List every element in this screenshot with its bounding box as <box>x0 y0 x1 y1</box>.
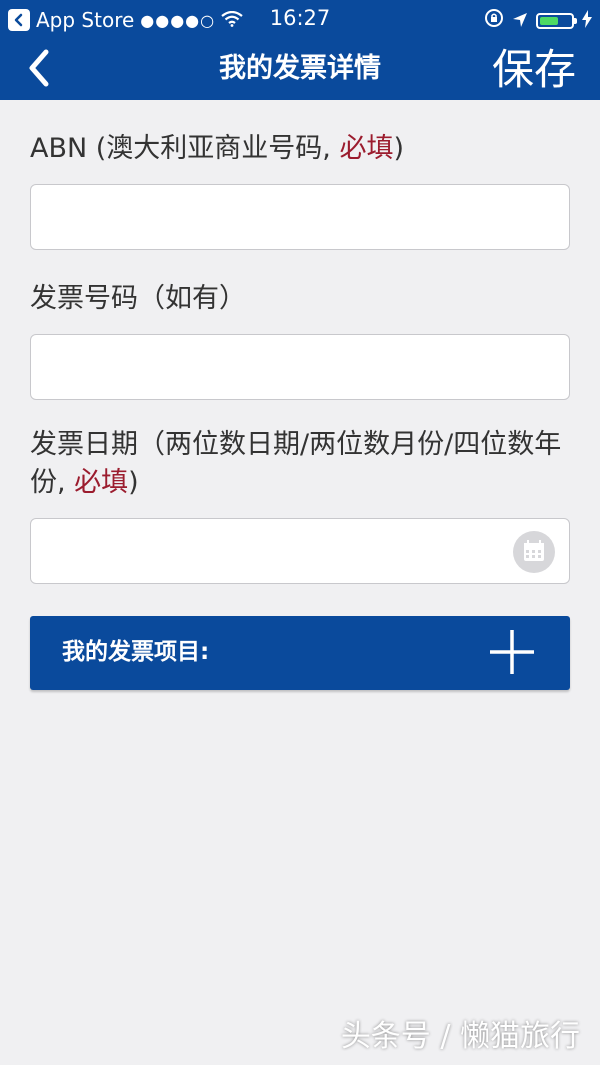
abn-field[interactable] <box>30 184 570 250</box>
location-icon <box>512 9 528 33</box>
rotation-lock-icon <box>484 8 504 33</box>
abn-label-text: ABN (澳大利亚商业号码, <box>30 133 340 164</box>
status-right <box>484 8 592 33</box>
required-marker: 必填 <box>74 467 129 498</box>
invoice-date-label-suffix: ) <box>128 467 139 498</box>
invoice-form: ABN (澳大利亚商业号码, 必填) 发票号码（如有） 发票日期（两位数日期/两… <box>30 100 570 690</box>
invoice-number-label: 发票号码（如有） <box>30 283 246 314</box>
invoice-date-field[interactable] <box>30 518 570 584</box>
status-bar: App Store ●●●●○ 16:27 <box>0 0 600 38</box>
invoice-number-input[interactable] <box>31 335 569 399</box>
charging-icon <box>582 9 592 33</box>
abn-label: ABN (澳大利亚商业号码, 必填) <box>30 130 570 168</box>
invoice-items-label: 我的发票项目: <box>62 639 210 665</box>
nav-bar: 我的发票详情 保存 <box>0 38 600 100</box>
invoice-date-label: 发票日期（两位数日期/两位数月份/四位数年份, 必填) <box>30 426 570 502</box>
battery-icon <box>536 12 577 29</box>
invoice-date-input[interactable] <box>31 519 569 583</box>
plus-icon[interactable] <box>488 628 536 676</box>
invoice-number-field[interactable] <box>30 334 570 400</box>
watermark: 头条号 / 懒猫旅行 <box>340 1019 580 1054</box>
save-button[interactable]: 保存 <box>492 36 576 97</box>
abn-label-suffix: ) <box>393 133 405 164</box>
required-marker: 必填 <box>339 133 394 164</box>
abn-input[interactable] <box>31 185 569 249</box>
calendar-icon[interactable] <box>513 531 555 573</box>
add-invoice-item-button[interactable]: 我的发票项目: <box>30 616 570 690</box>
header: App Store ●●●●○ 16:27 我的发票详情 保存 <box>0 0 600 100</box>
